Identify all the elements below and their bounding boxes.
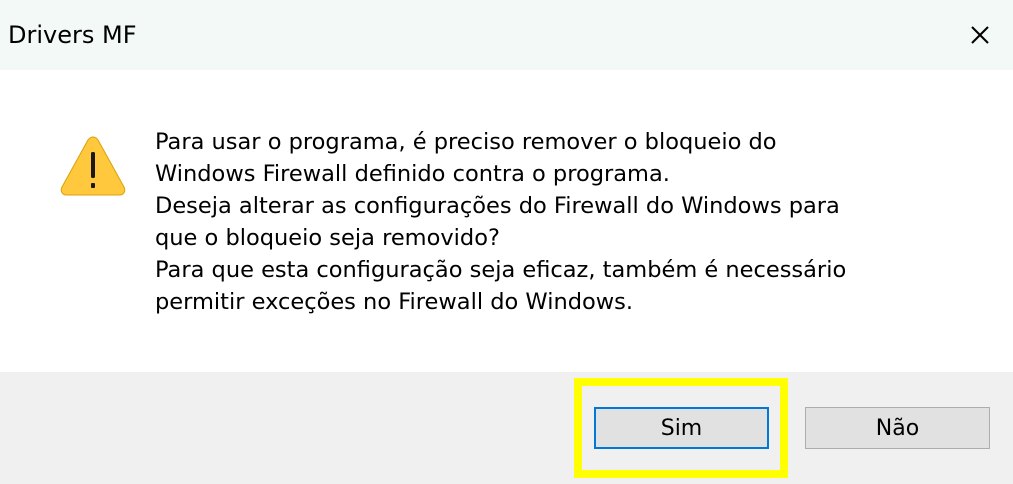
message-line: Windows Firewall definido contra o progr… [155, 161, 670, 187]
window-title: Drivers MF [8, 21, 137, 49]
button-bar: Sim Não [0, 372, 1013, 484]
message-dialog: Drivers MF Para usar o programa, é preci… [0, 0, 1013, 484]
no-button[interactable]: Não [805, 407, 990, 449]
warning-icon [60, 136, 126, 196]
message-line: Para usar o programa, é preciso remover … [155, 129, 777, 155]
yes-button[interactable]: Sim [594, 407, 769, 449]
message-line: que o bloqueio seja removido? [155, 225, 500, 251]
close-button[interactable] [955, 15, 1005, 55]
message-line: permitir exceções no Firewall do Windows… [155, 289, 634, 315]
dialog-message: Para usar o programa, é preciso remover … [155, 126, 995, 318]
message-line: Deseja alterar as configurações do Firew… [155, 193, 840, 219]
message-line: Para que esta configuração seja eficaz, … [155, 257, 847, 283]
title-bar: Drivers MF [0, 0, 1013, 70]
dialog-content: Para usar o programa, é preciso remover … [0, 70, 1013, 372]
close-icon [971, 26, 989, 44]
